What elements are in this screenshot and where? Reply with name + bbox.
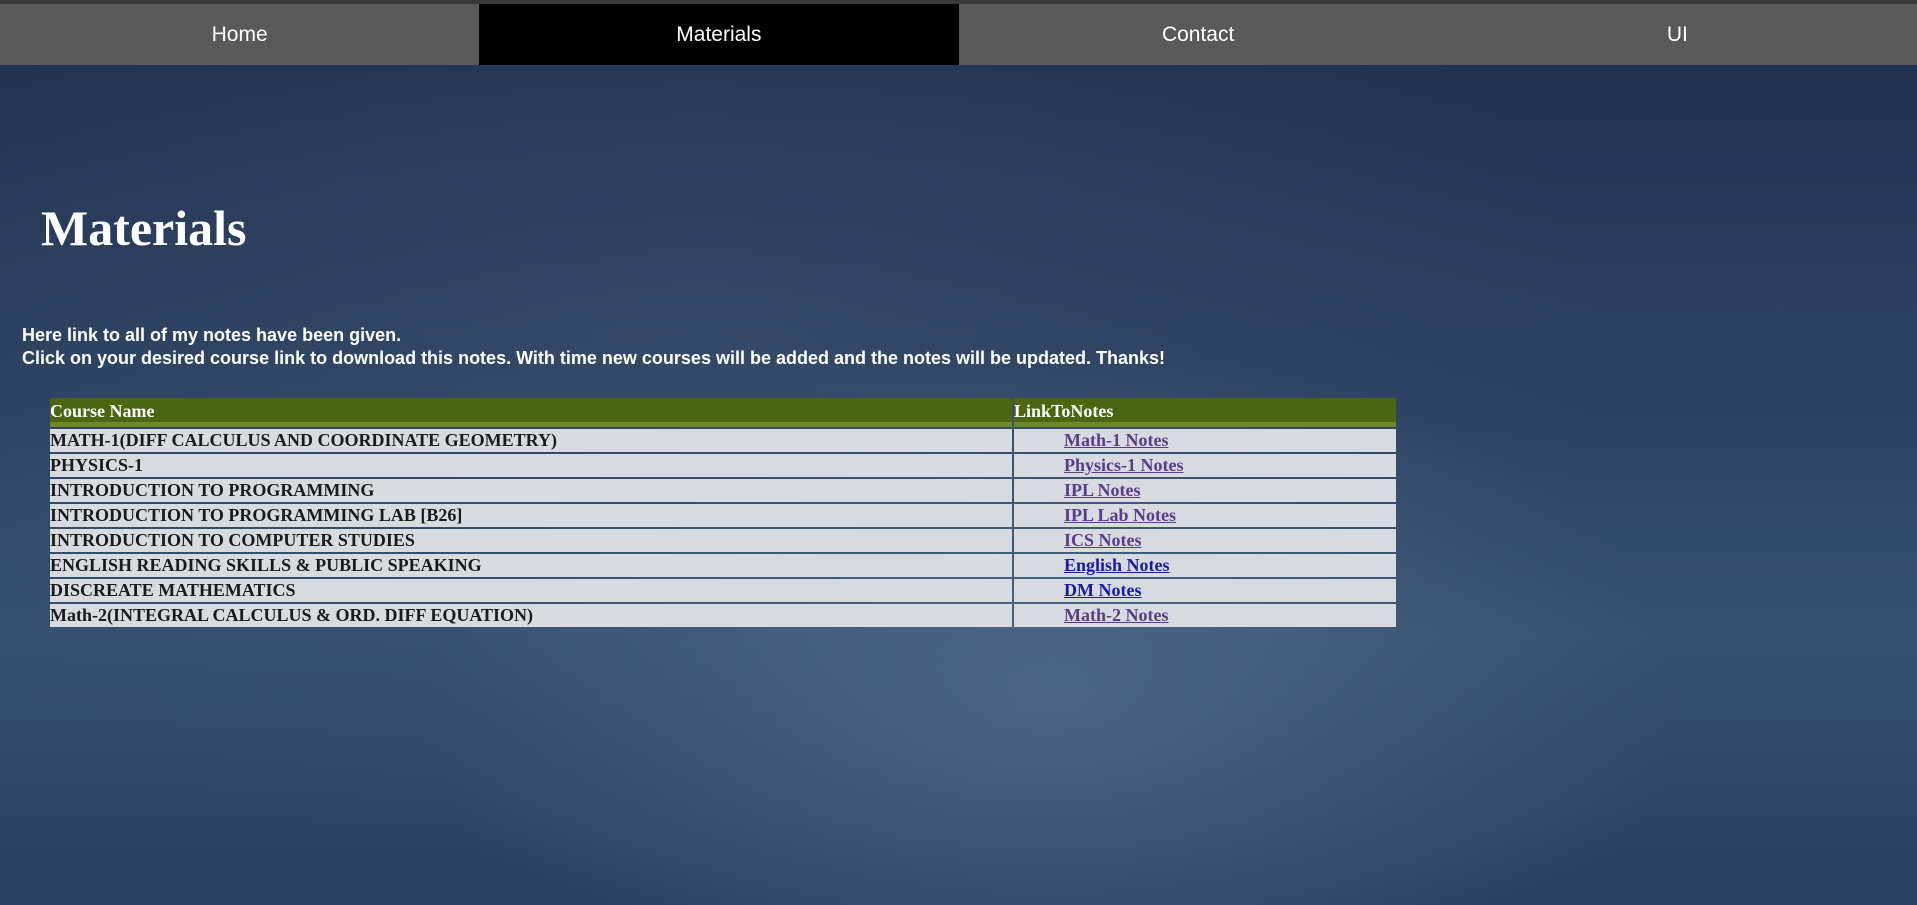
course-name-cell: ENGLISH READING SKILLS & PUBLIC SPEAKING xyxy=(50,554,1012,577)
table-row: INTRODUCTION TO PROGRAMMING IPL Notes xyxy=(50,479,1396,502)
table-row: PHYSICS-1 Physics-1 Notes xyxy=(50,454,1396,477)
notes-link[interactable]: Physics-1 Notes xyxy=(1064,455,1184,475)
table-header-row: Course Name LinkToNotes xyxy=(50,398,1396,427)
nav-home[interactable]: Home xyxy=(0,4,479,65)
notes-link-cell: Physics-1 Notes xyxy=(1014,454,1396,477)
notes-link-cell: ICS Notes xyxy=(1014,529,1396,552)
notes-link[interactable]: Math-2 Notes xyxy=(1064,605,1168,625)
intro-text: Here link to all of my notes have been g… xyxy=(22,324,1165,370)
nav-contact[interactable]: Contact xyxy=(959,4,1438,65)
notes-link[interactable]: IPL Lab Notes xyxy=(1064,505,1176,525)
notes-link[interactable]: DM Notes xyxy=(1064,580,1141,600)
intro-line-2: Click on your desired course link to dow… xyxy=(22,348,1166,368)
course-name-cell: MATH-1(DIFF CALCULUS AND COORDINATE GEOM… xyxy=(50,429,1012,452)
table-row: DISCREATE MATHEMATICS DM Notes xyxy=(50,579,1396,602)
table-row: Math-2(INTEGRAL CALCULUS & ORD. DIFF EQU… xyxy=(50,604,1396,627)
intro-line-1: Here link to all of my notes have been g… xyxy=(22,325,402,345)
course-name-cell: INTRODUCTION TO PROGRAMMING xyxy=(50,479,1012,502)
course-name-cell: INTRODUCTION TO COMPUTER STUDIES xyxy=(50,529,1012,552)
table-row: MATH-1(DIFF CALCULUS AND COORDINATE GEOM… xyxy=(50,429,1396,452)
notes-link-cell: Math-1 Notes xyxy=(1014,429,1396,452)
notes-link-cell: IPL Lab Notes xyxy=(1014,504,1396,527)
table-row: INTRODUCTION TO PROGRAMMING LAB [B26] IP… xyxy=(50,504,1396,527)
nav-ui[interactable]: UI xyxy=(1438,4,1917,65)
table-row: ENGLISH READING SKILLS & PUBLIC SPEAKING… xyxy=(50,554,1396,577)
course-name-cell: INTRODUCTION TO PROGRAMMING LAB [B26] xyxy=(50,504,1012,527)
nav-materials[interactable]: Materials xyxy=(479,4,959,65)
notes-link-cell: Math-2 Notes xyxy=(1014,604,1396,627)
table-row: INTRODUCTION TO COMPUTER STUDIES ICS Not… xyxy=(50,529,1396,552)
notes-link[interactable]: Math-1 Notes xyxy=(1064,430,1168,450)
notes-link-cell: English Notes xyxy=(1014,554,1396,577)
notes-link-cell: DM Notes xyxy=(1014,579,1396,602)
course-name-cell: DISCREATE MATHEMATICS xyxy=(50,579,1012,602)
notes-link[interactable]: IPL Notes xyxy=(1064,480,1141,500)
course-name-cell: PHYSICS-1 xyxy=(50,454,1012,477)
notes-link[interactable]: ICS Notes xyxy=(1064,530,1142,550)
notes-link[interactable]: English Notes xyxy=(1064,555,1170,575)
top-navigation-bar: Home Materials Contact UI xyxy=(0,4,1917,65)
header-course-name: Course Name xyxy=(50,398,1012,427)
course-name-cell: Math-2(INTEGRAL CALCULUS & ORD. DIFF EQU… xyxy=(50,604,1012,627)
header-link-to-notes: LinkToNotes xyxy=(1014,398,1396,427)
course-notes-table: Course Name LinkToNotes MATH-1(DIFF CALC… xyxy=(48,396,1398,629)
notes-link-cell: IPL Notes xyxy=(1014,479,1396,502)
page-title: Materials xyxy=(41,200,247,256)
